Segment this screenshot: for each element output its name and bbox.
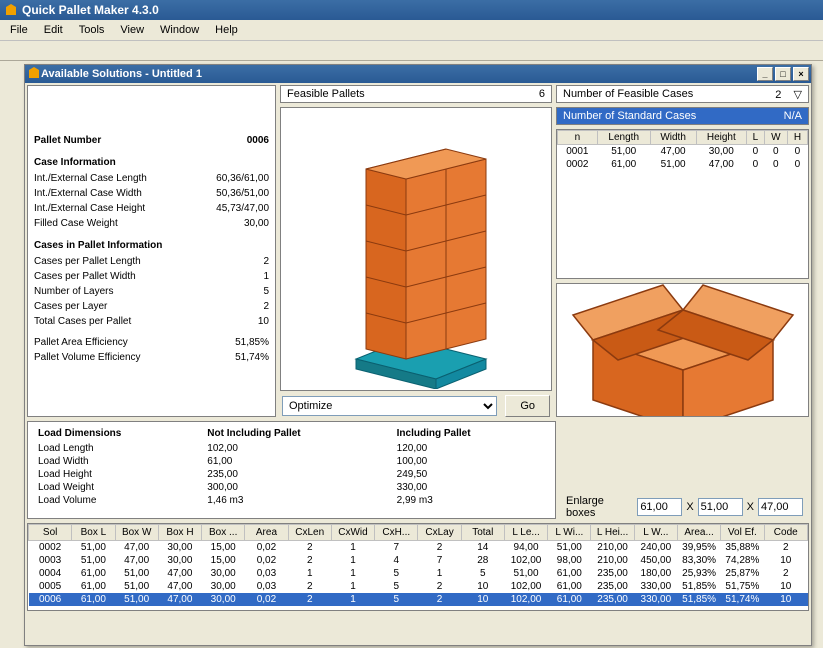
menu-file[interactable]: File — [4, 22, 34, 38]
table-row[interactable]: 000661,0051,0047,0030,000,02215210102,00… — [29, 593, 808, 606]
app-icon — [4, 3, 18, 17]
go-button[interactable]: Go — [505, 395, 550, 417]
app-title: Quick Pallet Maker 4.3.0 — [22, 3, 159, 17]
cases-table[interactable]: nLengthWidthHeightLWH 000151,0047,0030,0… — [556, 129, 809, 279]
menu-tools[interactable]: Tools — [73, 22, 111, 38]
feasible-cases-header[interactable]: Number of Feasible Cases 2 ▽ — [556, 85, 809, 103]
child-titlebar: Available Solutions - Untitled 1 _ □ × — [25, 65, 811, 83]
menu-window[interactable]: Window — [154, 22, 205, 38]
enlarge-length-input[interactable] — [637, 498, 682, 516]
minimize-button[interactable]: _ — [757, 67, 773, 81]
table-row[interactable]: 000351,0047,0030,0015,000,02214728102,00… — [29, 554, 808, 567]
menu-help[interactable]: Help — [209, 22, 244, 38]
info-panel: Pallet Number0006 Case Information Int./… — [27, 85, 276, 417]
maximize-button[interactable]: □ — [775, 67, 791, 81]
table-row: 000151,0047,0030,00000 — [558, 145, 808, 159]
child-title: Available Solutions - Untitled 1 — [41, 68, 202, 80]
enlarge-height-input[interactable] — [758, 498, 803, 516]
table-row: 000261,0051,0047,00000 — [558, 158, 808, 171]
close-button[interactable]: × — [793, 67, 809, 81]
app-titlebar: Quick Pallet Maker 4.3.0 — [0, 0, 823, 20]
toolbar — [0, 41, 823, 61]
feasible-pallets-header: Feasible Pallets6 — [280, 85, 552, 103]
child-window-icon — [27, 66, 41, 83]
enlarge-boxes-row: Enlarge boxes X X — [558, 493, 811, 521]
load-dimensions-panel: Load DimensionsNot Including PalletInclu… — [27, 421, 556, 519]
table-row[interactable]: 000561,0051,0047,0030,000,03215210102,00… — [29, 580, 808, 593]
menu-view[interactable]: View — [114, 22, 150, 38]
pallet-visualization[interactable] — [280, 107, 552, 391]
results-grid[interactable]: SolBox LBox WBox HBox ...AreaCxLenCxWidC… — [27, 523, 809, 611]
standard-cases-header: Number of Standard CasesN/A — [556, 107, 809, 125]
table-row[interactable]: 000251,0047,0030,0015,000,0221721494,005… — [29, 541, 808, 555]
enlarge-width-input[interactable] — [698, 498, 743, 516]
child-window: Available Solutions - Untitled 1 _ □ × P… — [24, 64, 812, 646]
box-visualization[interactable] — [556, 283, 809, 417]
menu-edit[interactable]: Edit — [38, 22, 69, 38]
table-row[interactable]: 000461,0051,0047,0030,000,031151551,0061… — [29, 567, 808, 580]
menubar: File Edit Tools View Window Help — [0, 20, 823, 41]
optimize-select[interactable]: Optimize — [282, 396, 497, 416]
